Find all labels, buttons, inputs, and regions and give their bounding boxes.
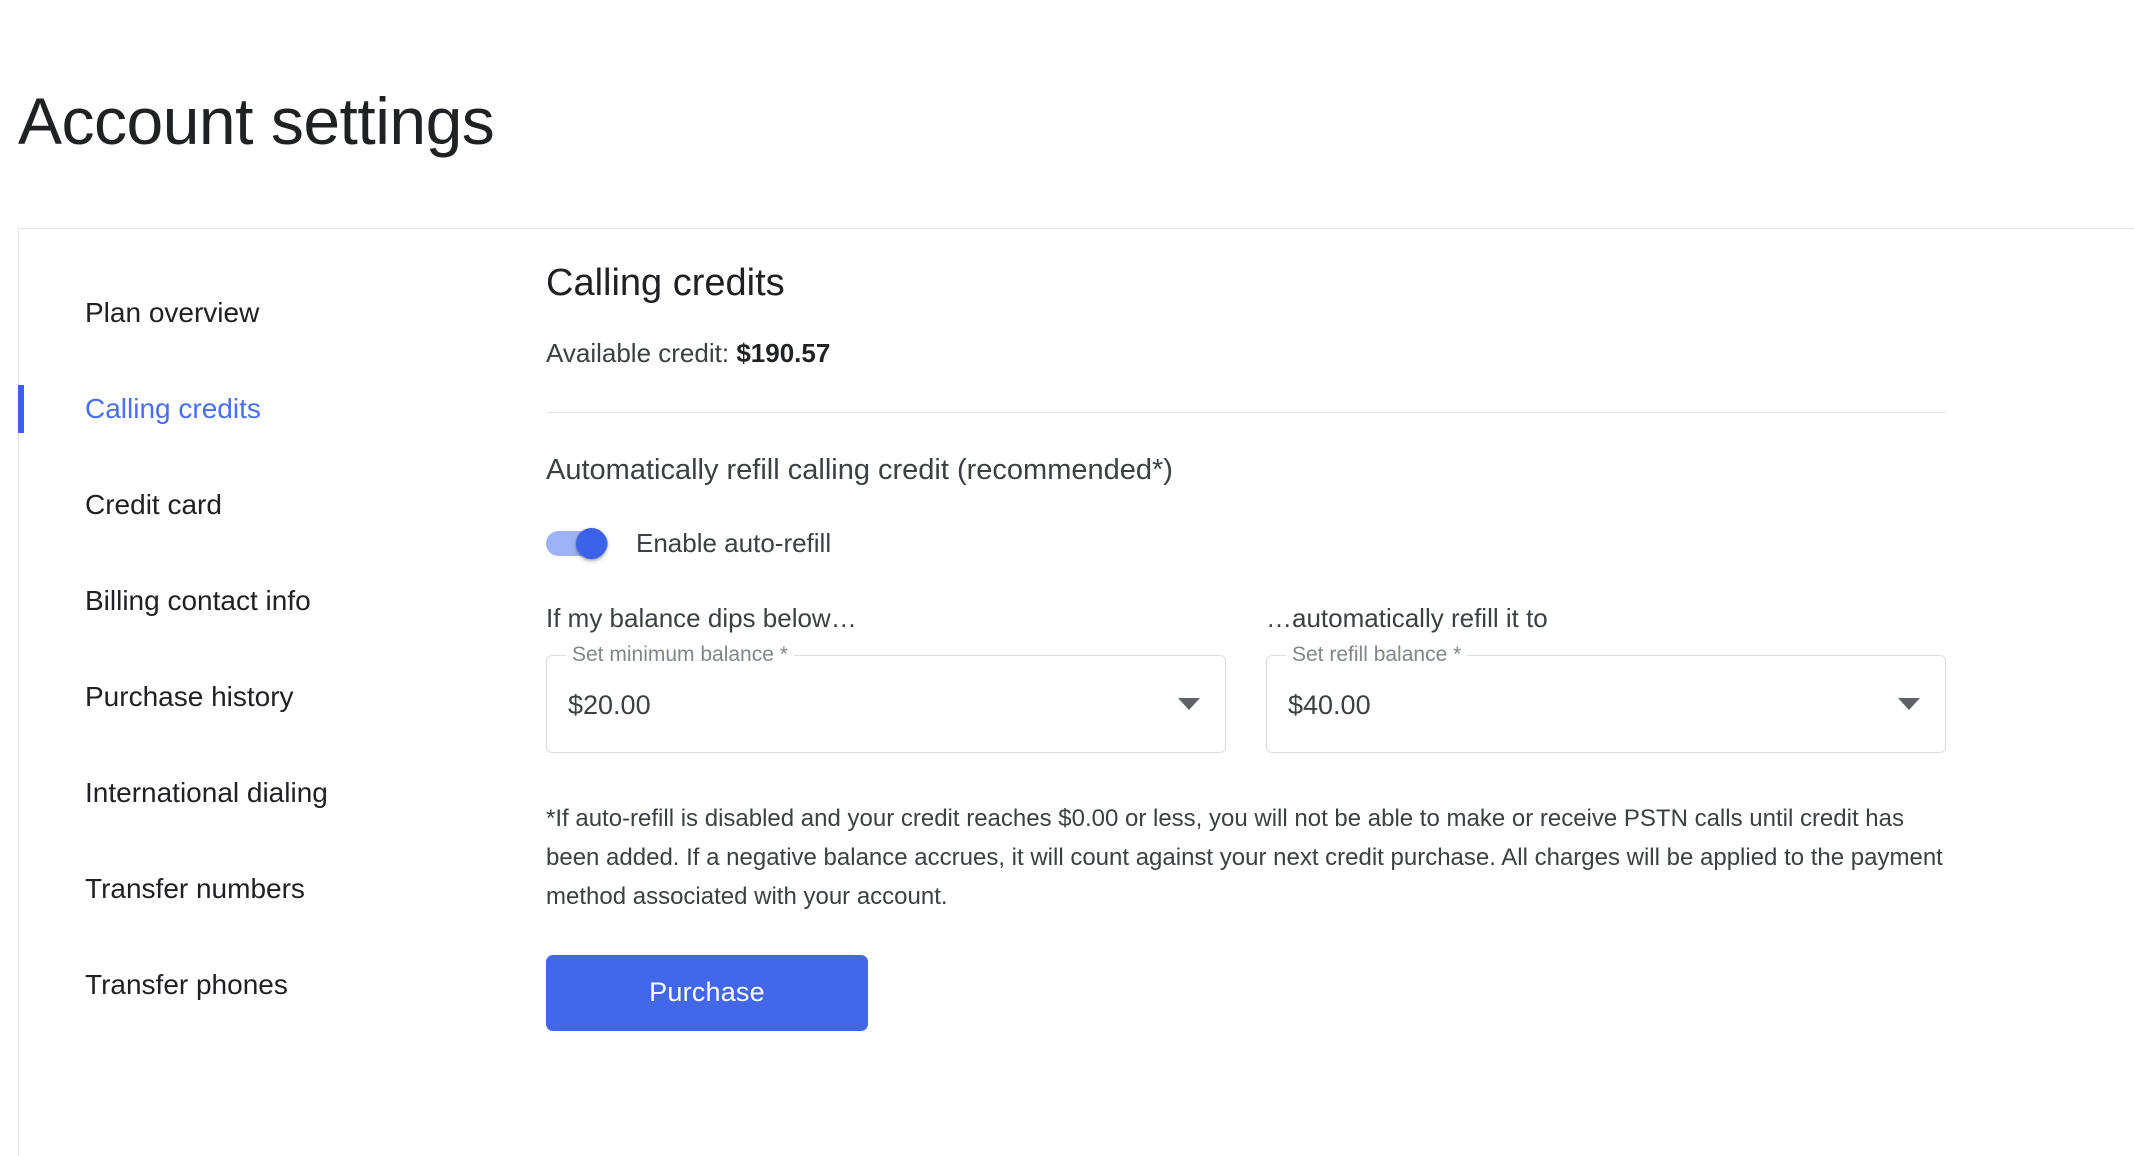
chevron-down-icon[interactable]: [1178, 697, 1200, 710]
refill-fields-row: If my balance dips below… Set minimum ba…: [546, 603, 2134, 753]
section-title: Calling credits: [546, 262, 785, 304]
purchase-button[interactable]: Purchase: [546, 954, 868, 1031]
settings-sidebar: Plan overview Calling credits Credit car…: [18, 229, 546, 1156]
auto-refill-toggle-row: Enable auto-refill: [546, 523, 2134, 563]
settings-card: Plan overview Calling credits Credit car…: [18, 228, 2134, 1156]
sidebar-item-transfer-numbers[interactable]: Transfer numbers: [19, 841, 546, 937]
available-credit-amount: $190.57: [736, 338, 831, 369]
sidebar-item-international-dialing[interactable]: International dialing: [19, 745, 546, 841]
min-balance-field-group: If my balance dips below… Set minimum ba…: [546, 603, 1226, 753]
sidebar-item-label: Purchase history: [85, 681, 294, 712]
auto-refill-heading: Automatically refill calling credit (rec…: [546, 453, 1173, 486]
sidebar-item-transfer-phones[interactable]: Transfer phones: [19, 937, 546, 1033]
sidebar-item-label: Transfer numbers: [85, 873, 305, 904]
chevron-down-icon[interactable]: [1898, 697, 1920, 710]
sidebar-item-purchase-history[interactable]: Purchase history: [19, 649, 546, 745]
section-divider: [546, 411, 1946, 413]
auto-refill-toggle[interactable]: [546, 528, 608, 560]
sidebar-item-label: Credit card: [85, 489, 222, 520]
refill-balance-select[interactable]: Set refill balance * $40.00: [1266, 639, 1946, 753]
refill-balance-field-group: …automatically refill it to Set refill b…: [1266, 603, 1946, 753]
sidebar-item-billing-contact-info[interactable]: Billing contact info: [19, 553, 546, 649]
sidebar-item-plan-overview[interactable]: Plan overview: [19, 265, 546, 361]
refill-balance-float-label: Set refill balance *: [1286, 639, 1468, 669]
min-balance-select[interactable]: Set minimum balance * $20.00: [546, 639, 1226, 753]
sidebar-item-label: Billing contact info: [85, 585, 311, 616]
sidebar-item-label: Transfer phones: [85, 969, 288, 1000]
sidebar-item-label: Plan overview: [85, 297, 260, 328]
available-credit-row: Available credit: $190.57: [546, 338, 2134, 369]
min-balance-float-label: Set minimum balance *: [566, 639, 794, 669]
page-title: Account settings: [18, 84, 495, 158]
calling-credits-panel: Calling credits Available credit: $190.5…: [546, 229, 2134, 1156]
min-balance-value: $20.00: [568, 689, 651, 720]
refill-balance-value: $40.00: [1288, 689, 1371, 720]
refill-balance-caption: …automatically refill it to: [1266, 603, 1548, 634]
min-balance-caption: If my balance dips below…: [546, 603, 857, 634]
sidebar-item-credit-card[interactable]: Credit card: [19, 457, 546, 553]
sidebar-item-label: International dialing: [85, 777, 328, 808]
sidebar-item-calling-credits[interactable]: Calling credits: [18, 361, 546, 457]
available-credit-label: Available credit:: [546, 338, 730, 369]
sidebar-item-label: Calling credits: [85, 393, 261, 424]
active-indicator: [18, 385, 24, 433]
auto-refill-toggle-label: Enable auto-refill: [636, 528, 832, 559]
toggle-thumb: [576, 528, 607, 560]
auto-refill-disclaimer: *If auto-refill is disabled and your cre…: [546, 804, 1943, 911]
